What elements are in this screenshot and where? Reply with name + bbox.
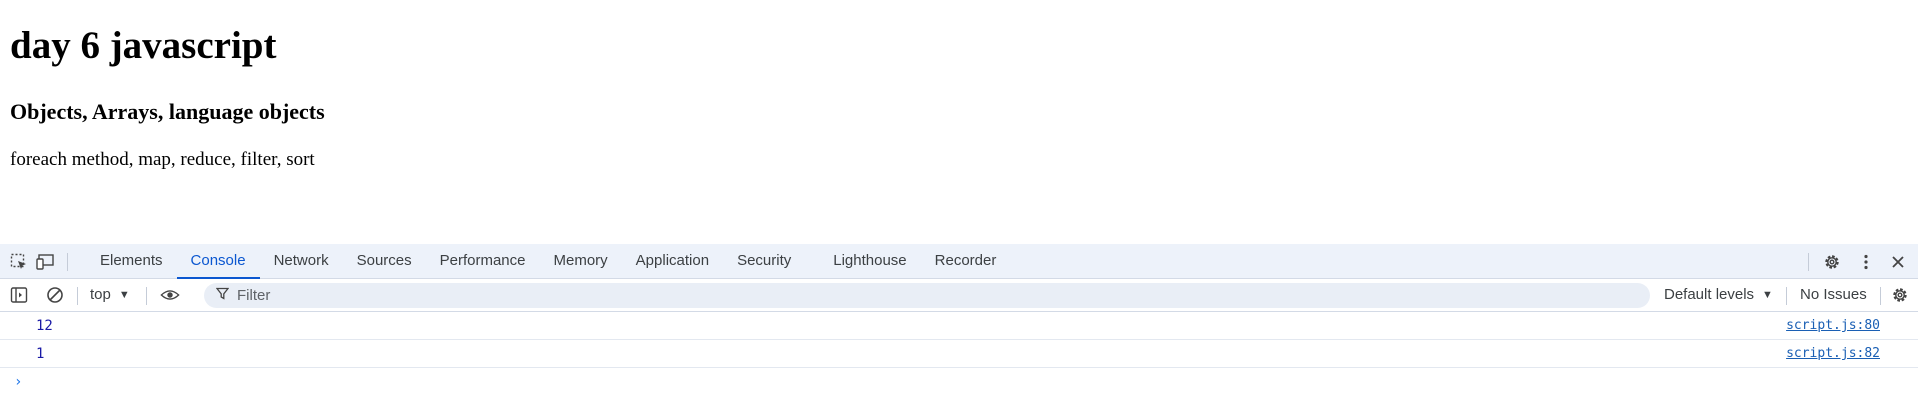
page-content: day 6 javascript Objects, Arrays, langua…	[0, 0, 1918, 244]
toolbar-divider-3	[1786, 287, 1787, 305]
show-sidebar-icon[interactable]	[9, 285, 29, 305]
more-vert-icon[interactable]	[1856, 252, 1876, 272]
tabbar-divider	[67, 253, 68, 271]
console-message: 12 script.js:80	[0, 312, 1918, 340]
filter-funnel-icon	[215, 287, 230, 305]
log-levels-dropdown[interactable]: Default levels ▼	[1664, 285, 1773, 305]
source-link[interactable]: script.js:82	[1786, 346, 1880, 361]
log-levels-label: Default levels	[1664, 286, 1755, 303]
issues-counter[interactable]: No Issues	[1800, 285, 1867, 305]
live-expression-eye-icon[interactable]	[160, 285, 180, 305]
page-heading: day 6 javascript	[10, 24, 277, 67]
tab-memory[interactable]: Memory	[540, 244, 622, 279]
console-settings-gear-icon[interactable]	[1890, 285, 1910, 305]
console-value: 12	[36, 318, 53, 334]
console-toolbar: top ▼ Default levels ▼ No Issues	[0, 279, 1918, 312]
clear-console-icon[interactable]	[45, 285, 65, 305]
source-link[interactable]: script.js:80	[1786, 318, 1880, 333]
tab-application[interactable]: Application	[622, 244, 723, 279]
page-paragraph: foreach method, map, reduce, filter, sor…	[10, 149, 315, 170]
inspect-element-icon[interactable]	[9, 252, 29, 272]
toolbar-divider-4	[1880, 287, 1881, 305]
tab-recorder[interactable]: Recorder	[921, 244, 1011, 279]
page-subheading: Objects, Arrays, language objects	[10, 99, 325, 124]
console-message: 1 script.js:82	[0, 340, 1918, 368]
console-prompt-chevron-icon[interactable]: ›	[14, 374, 22, 390]
chevron-down-icon: ▼	[118, 289, 130, 301]
console-output: 12 script.js:80 1 script.js:82 ›	[0, 312, 1918, 390]
tab-sources[interactable]: Sources	[343, 244, 426, 279]
toolbar-divider	[77, 287, 78, 305]
console-value: 1	[36, 346, 45, 362]
devtools-tabs: Elements Console Network Sources Perform…	[86, 244, 1010, 279]
context-label: top	[90, 286, 111, 303]
context-selector[interactable]: top ▼	[90, 285, 130, 305]
tab-security[interactable]: Security	[723, 244, 805, 279]
settings-gear-icon[interactable]	[1822, 252, 1842, 272]
filter-box[interactable]	[204, 283, 1650, 308]
tab-lighthouse[interactable]: Lighthouse	[819, 244, 920, 279]
toolbar-divider-2	[146, 287, 147, 305]
device-toolbar-icon[interactable]	[36, 252, 56, 272]
close-icon[interactable]	[1888, 252, 1908, 272]
tabbar-divider-right	[1808, 253, 1809, 271]
filter-input[interactable]	[237, 287, 1617, 304]
devtools-panel: Elements Console Network Sources Perform…	[0, 244, 1918, 407]
tab-performance[interactable]: Performance	[426, 244, 540, 279]
chevron-down-icon: ▼	[1762, 289, 1773, 301]
devtools-tabbar: Elements Console Network Sources Perform…	[0, 244, 1918, 279]
tab-elements[interactable]: Elements	[86, 244, 177, 279]
tab-network[interactable]: Network	[260, 244, 343, 279]
tab-console[interactable]: Console	[176, 244, 260, 279]
